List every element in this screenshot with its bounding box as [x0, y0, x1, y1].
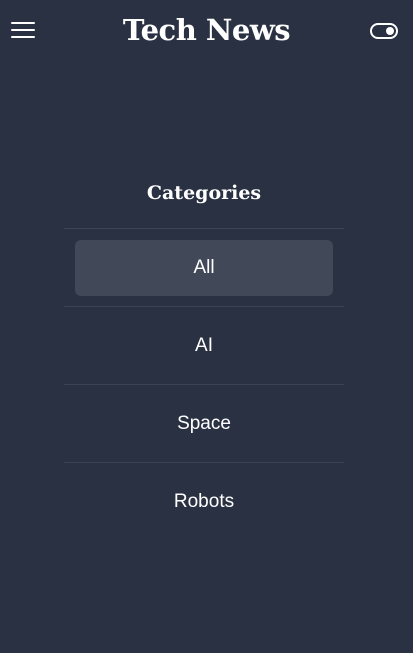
categories-heading: Categories	[64, 176, 344, 229]
theme-toggle-icon[interactable]	[370, 23, 398, 39]
category-all-button[interactable]: All	[75, 239, 333, 296]
category-space-button[interactable]: Space	[75, 396, 333, 452]
toggle-knob	[386, 27, 394, 35]
app-title: Tech News	[122, 13, 291, 47]
top-bar: Tech News	[0, 0, 413, 60]
category-row-robots: Robots	[64, 463, 344, 541]
category-row-all: All	[64, 229, 344, 307]
categories-menu: Categories All AI Space Robots	[64, 176, 344, 541]
category-row-space: Space	[64, 385, 344, 463]
category-row-ai: AI	[64, 307, 344, 385]
category-robots-button[interactable]: Robots	[75, 474, 333, 530]
category-ai-button[interactable]: AI	[75, 318, 333, 374]
